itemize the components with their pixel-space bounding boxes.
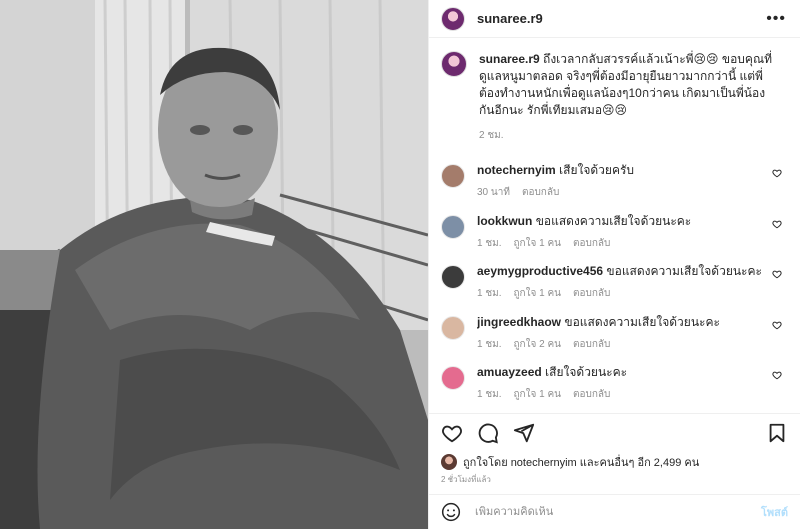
comment-text: ขอแสดงความเสียใจด้วยนะคะ — [564, 314, 720, 329]
heart-icon[interactable] — [772, 370, 782, 380]
comment-body: jingreedkhaow ขอแสดงความเสียใจด้วยนะคะ 1 … — [477, 314, 767, 365]
post-caption: sunaree.r9 ถึงเวลากลับสวรรค์แล้วเน้าะพี่… — [441, 51, 788, 144]
caption-username[interactable]: sunaree.r9 — [479, 52, 540, 66]
commenter-username[interactable]: lookkwun — [477, 214, 532, 228]
likes-text[interactable]: ถูกใจโดย notechernyim และคนอื่นๆ อีก 2,4… — [463, 453, 699, 471]
comment-text-line: aeymygproductive456 ขอแสดงความเสียใจด้วย… — [477, 263, 767, 280]
comment-body: aeymygproductive456 ขอแสดงความเสียใจด้วย… — [477, 263, 767, 314]
liker-avatar — [441, 454, 457, 470]
comment-list: notechernyim เสียใจด้วยครับ 30 นาที ตอบกลั… — [441, 162, 788, 413]
reply-button[interactable]: ตอบกลับ — [573, 288, 610, 299]
comment-meta: 30 นาที ตอบกลับ — [477, 185, 767, 200]
comment-likes[interactable]: ถูกใจ 1 คน — [514, 389, 562, 400]
comment-text-line: amuayzeed เสียใจด้วยนะคะ — [477, 364, 767, 381]
post-comment-button[interactable]: โพสต์ — [761, 503, 788, 521]
comment-text-line: notechernyim เสียใจด้วยครับ — [477, 162, 767, 179]
comment-meta: 1 ชม. ถูกใจ 1 คน ตอบกลับ — [477, 286, 767, 301]
author-avatar[interactable] — [441, 6, 465, 31]
commenter-avatar[interactable] — [441, 214, 465, 239]
heart-icon[interactable] — [441, 422, 463, 444]
post-header: sunaree.r9 ••• — [429, 0, 800, 38]
comment-time: 1 ชม. — [477, 288, 502, 299]
comment-body: amuayzeed เสียใจด้วยนะคะ 1 ชม. ถูกใจ 1 คน ต… — [477, 364, 767, 413]
comment-row: aeymygproductive456 ขอแสดงความเสียใจด้วย… — [441, 263, 788, 314]
reply-button[interactable]: ตอบกลับ — [573, 389, 610, 400]
bookmark-icon[interactable] — [766, 422, 788, 444]
comment-meta: 1 ชม. ถูกใจ 1 คน ตอบกลับ — [477, 387, 767, 402]
reply-button[interactable]: ตอบกลับ — [573, 339, 610, 350]
comment-text: เสียใจด้วยครับ — [559, 163, 635, 177]
comment-icon[interactable] — [477, 422, 499, 444]
commenter-avatar[interactable] — [441, 164, 465, 188]
send-icon[interactable] — [513, 422, 535, 444]
comment-likes[interactable]: ถูกใจ 1 คน — [514, 288, 562, 299]
commenter-username[interactable]: aeymygproductive456 — [477, 264, 603, 278]
add-comment-bar: โพสต์ — [429, 494, 800, 529]
caption-time: 2 ชม. — [479, 130, 504, 141]
action-bar — [429, 413, 800, 451]
comment-text-line: lookkwun ขอแสดงความเสียใจด้วยนะคะ — [477, 213, 767, 230]
likes-summary[interactable]: ถูกใจโดย notechernyim และคนอื่นๆ อีก 2,4… — [441, 451, 788, 473]
comment-time: 1 ชม. — [477, 338, 502, 350]
comments-section[interactable]: sunaree.r9 ถึงเวลากลับสวรรค์แล้วเน้าะพี่… — [429, 39, 800, 413]
comment-likes[interactable]: ถูกใจ 2 คน — [514, 339, 562, 350]
heart-icon[interactable] — [772, 219, 782, 229]
comment-meta: 1 ชม. ถูกใจ 1 คน ตอบกลับ — [477, 236, 767, 251]
heart-icon[interactable] — [772, 320, 782, 330]
comment-body: lookkwun ขอแสดงความเสียใจด้วยนะคะ 1 ชม. ถู… — [477, 213, 767, 264]
comment-input[interactable] — [475, 506, 761, 518]
commenter-avatar[interactable] — [441, 265, 465, 289]
emoji-icon[interactable] — [441, 502, 461, 522]
photo-content — [0, 0, 428, 529]
posted-time: 2 ชั่วโมงที่แล้ว — [441, 475, 491, 484]
commenter-avatar[interactable] — [441, 366, 465, 390]
comment-time: 1 ชม. — [477, 389, 502, 400]
comment-meta: 1 ชม. ถูกใจ 2 คน ตอบกลับ — [477, 337, 767, 352]
comment-text: ขอแสดงความเสียใจด้วยนะคะ — [606, 264, 762, 278]
reply-button[interactable]: ตอบกลับ — [573, 238, 610, 249]
comment-likes[interactable]: ถูกใจ 1 คน — [514, 238, 562, 249]
comment-text: เสียใจด้วยนะคะ — [545, 365, 628, 379]
comment-time: 30 นาที — [477, 187, 510, 198]
comment-row: jingreedkhaow ขอแสดงความเสียใจด้วยนะคะ 1 … — [441, 314, 788, 365]
post-detail-panel: sunaree.r9 ••• sunaree.r9 ถึงเวลากลับสวร… — [428, 0, 800, 529]
comment-text: ขอแสดงความเสียใจด้วยนะคะ — [535, 213, 692, 228]
comment-row: amuayzeed เสียใจด้วยนะคะ 1 ชม. ถูกใจ 1 คน ต… — [441, 364, 788, 413]
commenter-username[interactable]: notechernyim — [477, 163, 556, 177]
commenter-avatar[interactable] — [441, 315, 465, 340]
comment-row: lookkwun ขอแสดงความเสียใจด้วยนะคะ 1 ชม. ถู… — [441, 213, 788, 264]
commenter-username[interactable]: jingreedkhaow — [477, 315, 561, 329]
more-horizontal-icon[interactable]: ••• — [766, 10, 786, 28]
comment-body: notechernyim เสียใจด้วยครับ 30 นาที ตอบกลั… — [477, 162, 767, 213]
reply-button[interactable]: ตอบกลับ — [522, 187, 559, 198]
heart-icon[interactable] — [772, 269, 782, 279]
comment-time: 1 ชม. — [477, 237, 502, 249]
comment-text-line: jingreedkhaow ขอแสดงความเสียใจด้วยนะคะ — [477, 314, 767, 331]
caption-author-avatar[interactable] — [441, 51, 467, 77]
heart-icon[interactable] — [772, 168, 782, 178]
commenter-username[interactable]: amuayzeed — [477, 365, 542, 379]
comment-row: notechernyim เสียใจด้วยครับ 30 นาที ตอบกลั… — [441, 162, 788, 213]
post-photo[interactable] — [0, 0, 428, 529]
author-username[interactable]: sunaree.r9 — [477, 11, 543, 26]
